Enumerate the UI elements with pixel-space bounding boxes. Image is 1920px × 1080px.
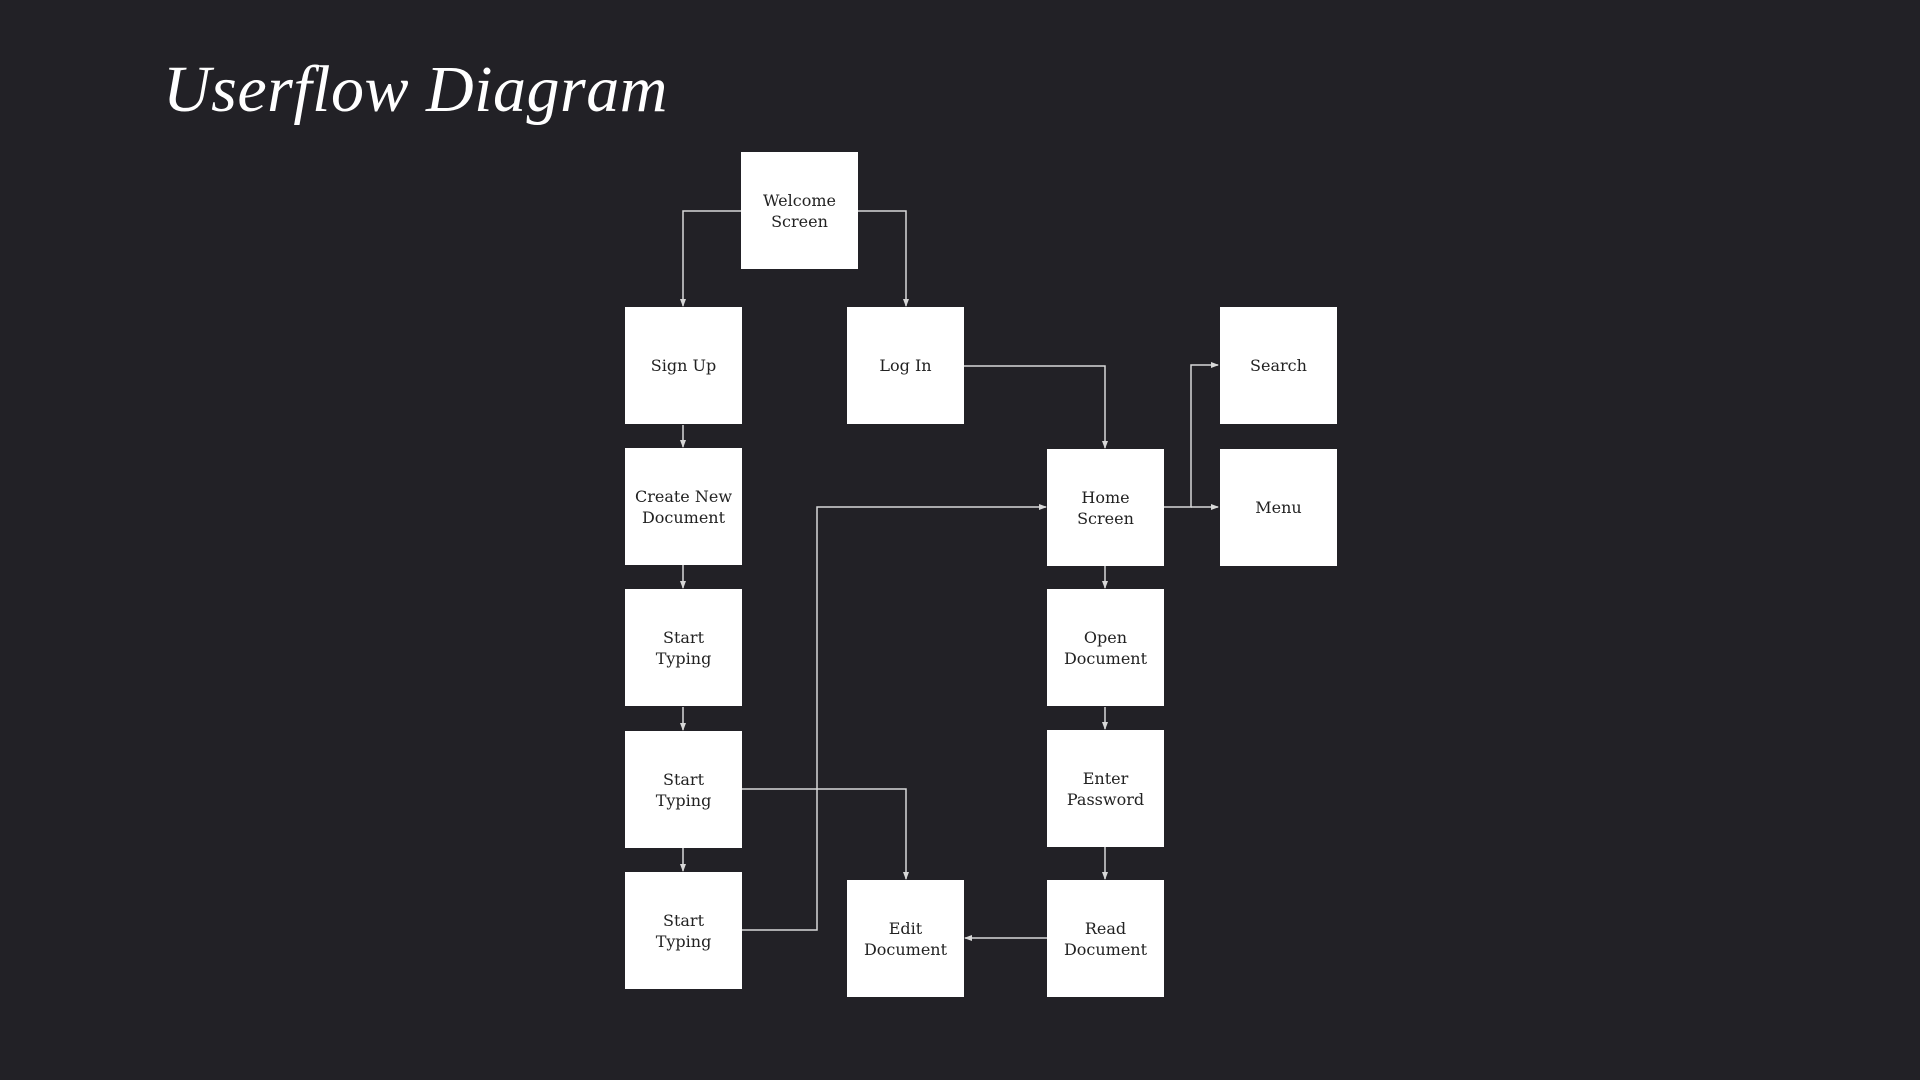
node-start-typing-2[interactable]: Start Typing	[625, 731, 742, 848]
node-label: Welcome Screen	[763, 190, 836, 231]
node-home-screen[interactable]: Home Screen	[1047, 449, 1164, 566]
node-log-in[interactable]: Log In	[847, 307, 964, 424]
edge-welcome-login	[857, 210, 909, 307]
node-open-document[interactable]: Open Document	[1047, 589, 1164, 706]
node-read-document[interactable]: Read Document	[1047, 880, 1164, 997]
edge-typing2-edit	[741, 788, 909, 880]
node-label: Create New Document	[634, 486, 733, 527]
node-start-typing-1[interactable]: Start Typing	[625, 589, 742, 706]
node-start-typing-3[interactable]: Start Typing	[625, 872, 742, 989]
node-label: Log In	[879, 356, 932, 375]
node-menu[interactable]: Menu	[1220, 449, 1337, 566]
edge-login-home	[964, 365, 1108, 449]
node-label: Home Screen	[1077, 487, 1134, 528]
node-label: Open Document	[1063, 627, 1148, 668]
node-label: Search	[1250, 356, 1307, 375]
node-label: Menu	[1255, 498, 1302, 517]
node-sign-up[interactable]: Sign Up	[625, 307, 742, 424]
node-label: Start Typing	[655, 910, 712, 951]
node-edit-document[interactable]: Edit Document	[847, 880, 964, 997]
edge-welcome-signup	[680, 210, 741, 307]
node-search[interactable]: Search	[1220, 307, 1337, 424]
node-label: Read Document	[1063, 918, 1148, 959]
node-label: Start Typing	[655, 627, 712, 668]
node-welcome-screen[interactable]: Welcome Screen	[741, 152, 858, 269]
node-enter-password[interactable]: Enter Password	[1047, 730, 1164, 847]
node-label: Edit Document	[863, 918, 948, 959]
node-label: Enter Password	[1066, 768, 1145, 809]
node-label: Start Typing	[655, 769, 712, 810]
edge-typing3-home	[741, 504, 1047, 931]
node-create-new-document[interactable]: Create New Document	[625, 448, 742, 565]
node-label: Sign Up	[650, 356, 717, 375]
edge-home-search	[1164, 362, 1219, 508]
